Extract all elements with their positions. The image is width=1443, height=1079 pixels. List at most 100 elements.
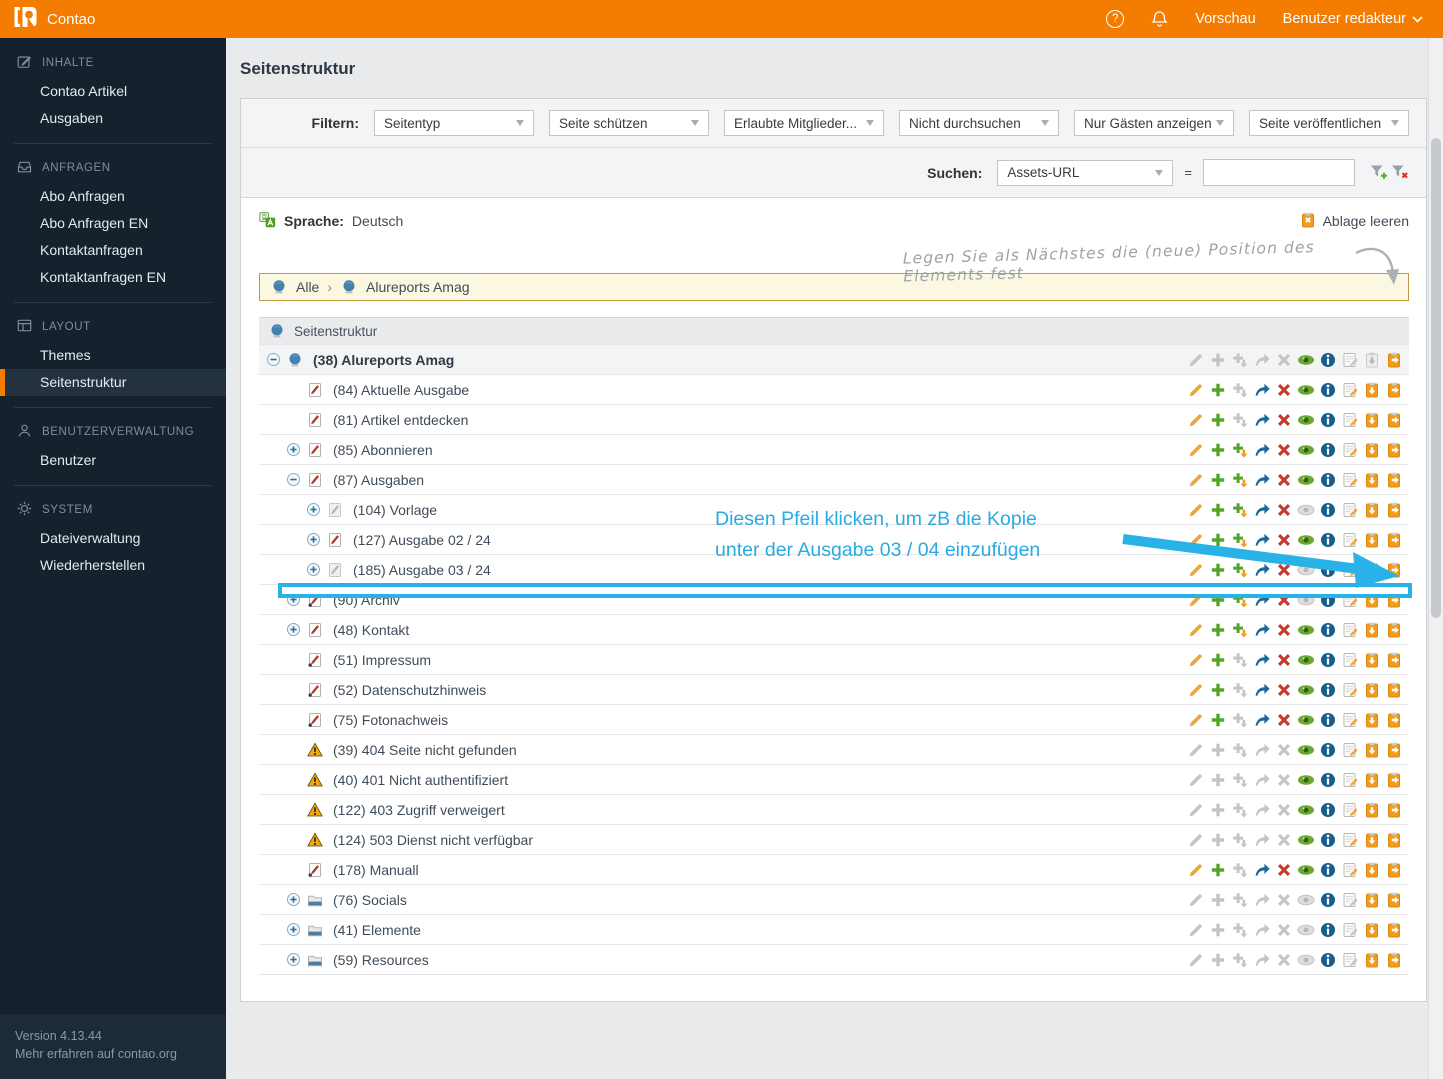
- paste-after-icon[interactable]: [1385, 442, 1403, 458]
- paste-into-icon[interactable]: [1363, 502, 1381, 518]
- sidebar-item-kontaktanfragen[interactable]: Kontaktanfragen: [0, 237, 226, 264]
- edit-header-icon[interactable]: [1341, 472, 1359, 488]
- collapse-toggle[interactable]: [287, 473, 300, 486]
- search-input[interactable]: [1203, 159, 1355, 186]
- new-page-icon[interactable]: [1209, 502, 1227, 518]
- edit-icon[interactable]: [1187, 412, 1205, 428]
- new-page-icon[interactable]: [1209, 652, 1227, 668]
- delete-icon[interactable]: [1275, 412, 1293, 428]
- sidebar-item-ausgaben[interactable]: Ausgaben: [0, 105, 226, 132]
- sidebar-item-benutzer[interactable]: Benutzer: [0, 447, 226, 474]
- visibility-icon[interactable]: [1297, 382, 1315, 398]
- cut-icon[interactable]: [1253, 472, 1271, 488]
- paste-after-icon[interactable]: [1385, 802, 1403, 818]
- expand-toggle[interactable]: [287, 953, 300, 966]
- paste-into-icon[interactable]: [1363, 442, 1381, 458]
- delete-icon[interactable]: [1275, 472, 1293, 488]
- new-page-icon[interactable]: [1209, 382, 1227, 398]
- scrollbar-thumb[interactable]: [1431, 138, 1441, 618]
- paste-into-icon[interactable]: [1363, 622, 1381, 638]
- paste-after-icon[interactable]: [1385, 712, 1403, 728]
- paste-after-icon[interactable]: [1385, 922, 1403, 938]
- filter-select-seite-schützen[interactable]: Seite schützen: [549, 110, 709, 136]
- info-icon[interactable]: [1319, 802, 1337, 818]
- paste-after-icon[interactable]: [1385, 742, 1403, 758]
- edit-header-icon[interactable]: [1341, 412, 1359, 428]
- sidebar-item-dateiverwaltung[interactable]: Dateiverwaltung: [0, 525, 226, 552]
- cut-icon[interactable]: [1253, 412, 1271, 428]
- notifications-bell-icon[interactable]: [1151, 10, 1168, 28]
- paste-into-icon[interactable]: [1363, 742, 1381, 758]
- edit-header-icon[interactable]: [1341, 832, 1359, 848]
- paste-after-icon[interactable]: [1385, 412, 1403, 428]
- paste-into-icon[interactable]: [1363, 772, 1381, 788]
- visibility-icon[interactable]: [1297, 772, 1315, 788]
- page-label[interactable]: (38) Alureports Amag: [313, 352, 454, 368]
- page-label[interactable]: (76) Socials: [333, 892, 407, 908]
- edit-icon[interactable]: [1187, 712, 1205, 728]
- delete-icon[interactable]: [1275, 682, 1293, 698]
- cut-icon[interactable]: [1253, 682, 1271, 698]
- filter-select-erlaubte-mitglieder-[interactable]: Erlaubte Mitglieder...: [724, 110, 884, 136]
- new-page-icon[interactable]: [1209, 442, 1227, 458]
- visibility-icon[interactable]: [1297, 412, 1315, 428]
- visibility-icon[interactable]: [1297, 742, 1315, 758]
- page-label[interactable]: (104) Vorlage: [353, 502, 437, 518]
- paste-into-icon[interactable]: [1363, 862, 1381, 878]
- page-label[interactable]: (39) 404 Seite nicht gefunden: [333, 742, 517, 758]
- new-page-icon[interactable]: [1209, 862, 1227, 878]
- delete-icon[interactable]: [1275, 382, 1293, 398]
- filter-select-nicht-durchsuchen[interactable]: Nicht durchsuchen: [899, 110, 1059, 136]
- copy-subpages-icon[interactable]: [1231, 472, 1249, 488]
- page-label[interactable]: (87) Ausgaben: [333, 472, 424, 488]
- page-label[interactable]: (48) Kontakt: [333, 622, 409, 638]
- paste-after-icon[interactable]: [1385, 352, 1403, 368]
- info-icon[interactable]: [1319, 832, 1337, 848]
- page-label[interactable]: (75) Fotonachweis: [333, 712, 448, 728]
- edit-icon[interactable]: [1187, 502, 1205, 518]
- filter-select-seitentyp[interactable]: Seitentyp: [374, 110, 534, 136]
- filter-select-nur-gästen-anzeigen[interactable]: Nur Gästen anzeigen: [1074, 110, 1234, 136]
- delete-icon[interactable]: [1275, 502, 1293, 518]
- edit-header-icon[interactable]: [1341, 712, 1359, 728]
- edit-header-icon[interactable]: [1341, 622, 1359, 638]
- paste-after-icon[interactable]: [1385, 502, 1403, 518]
- page-label[interactable]: (51) Impressum: [333, 652, 431, 668]
- page-label[interactable]: (124) 503 Dienst nicht verfügbar: [333, 832, 533, 848]
- visibility-icon[interactable]: [1297, 442, 1315, 458]
- page-label[interactable]: (40) 401 Nicht authentifiziert: [333, 772, 508, 788]
- cut-icon[interactable]: [1253, 712, 1271, 728]
- paste-into-icon[interactable]: [1363, 682, 1381, 698]
- contao-link[interactable]: Mehr erfahren auf contao.org: [15, 1045, 211, 1063]
- paste-after-icon[interactable]: [1385, 892, 1403, 908]
- visibility-icon[interactable]: [1297, 622, 1315, 638]
- page-label[interactable]: (85) Abonnieren: [333, 442, 433, 458]
- sidebar-item-abo-anfragen[interactable]: Abo Anfragen: [0, 183, 226, 210]
- new-page-icon[interactable]: [1209, 472, 1227, 488]
- reset-filter-icon[interactable]: [1391, 165, 1409, 181]
- expand-toggle[interactable]: [287, 893, 300, 906]
- info-icon[interactable]: [1319, 892, 1337, 908]
- sidebar-item-seitenstruktur[interactable]: Seitenstruktur: [0, 369, 226, 396]
- info-icon[interactable]: [1319, 862, 1337, 878]
- expand-toggle[interactable]: [307, 563, 320, 576]
- delete-icon[interactable]: [1275, 712, 1293, 728]
- visibility-icon[interactable]: [1297, 802, 1315, 818]
- clear-clipboard-button[interactable]: Ablage leeren: [1300, 212, 1409, 231]
- breadcrumb-current-link[interactable]: Alureports Amag: [366, 279, 470, 295]
- collapse-toggle[interactable]: [267, 353, 280, 366]
- edit-header-icon[interactable]: [1341, 802, 1359, 818]
- delete-icon[interactable]: [1275, 442, 1293, 458]
- visibility-icon[interactable]: [1297, 832, 1315, 848]
- info-icon[interactable]: [1319, 952, 1337, 968]
- visibility-icon[interactable]: [1297, 352, 1315, 368]
- expand-toggle[interactable]: [307, 503, 320, 516]
- edit-icon[interactable]: [1187, 472, 1205, 488]
- info-icon[interactable]: [1319, 382, 1337, 398]
- delete-icon[interactable]: [1275, 622, 1293, 638]
- cut-icon[interactable]: [1253, 862, 1271, 878]
- info-icon[interactable]: [1319, 652, 1337, 668]
- info-icon[interactable]: [1319, 922, 1337, 938]
- paste-into-icon[interactable]: [1363, 652, 1381, 668]
- cut-icon[interactable]: [1253, 502, 1271, 518]
